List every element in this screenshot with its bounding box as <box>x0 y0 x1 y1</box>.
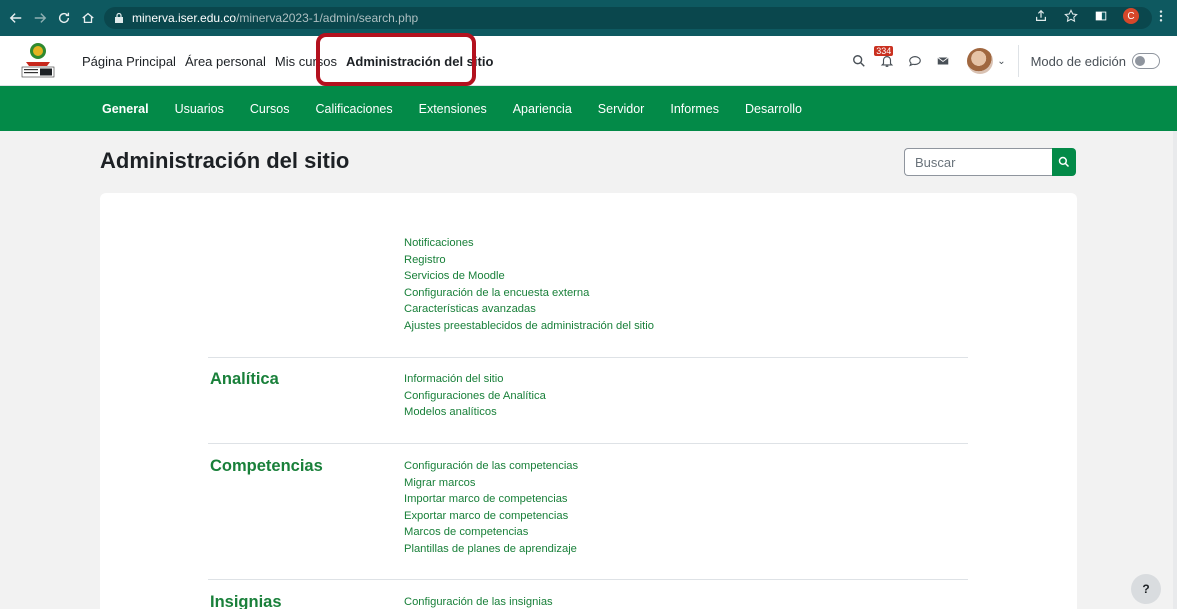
nav-area-personal[interactable]: Área personal <box>185 54 266 69</box>
secondary-navigation: General Usuarios Cursos Calificaciones E… <box>0 86 1177 131</box>
nav-pagina-principal[interactable]: Página Principal <box>82 54 176 69</box>
chevron-down-icon[interactable]: ⌄ <box>997 56 1005 67</box>
address-bar[interactable]: minerva.iser.edu.co/minerva2023-1/admin/… <box>104 7 1152 29</box>
back-icon[interactable] <box>6 8 26 28</box>
page-title: Administración del sitio <box>100 148 350 173</box>
admin-search-input[interactable] <box>904 148 1052 176</box>
link-encuesta-externa[interactable]: Configuración de la encuesta externa <box>404 285 654 302</box>
browser-toolbar: minerva.iser.edu.co/minerva2023-1/admin/… <box>0 0 1177 36</box>
tab-extensiones[interactable]: Extensiones <box>419 102 487 116</box>
user-avatar[interactable] <box>967 48 994 74</box>
notification-count-badge: 334 <box>874 46 894 56</box>
reload-icon[interactable] <box>54 8 74 28</box>
tab-cursos[interactable]: Cursos <box>250 102 290 116</box>
link-migrar-marcos[interactable]: Migrar marcos <box>404 475 578 492</box>
admin-search-button[interactable] <box>1052 148 1076 176</box>
section-title-analitica: Analítica <box>210 370 279 388</box>
help-button[interactable]: ? <box>1131 574 1161 604</box>
home-icon[interactable] <box>78 8 98 28</box>
bookmark-star-icon[interactable] <box>1063 8 1079 24</box>
scrollbar[interactable] <box>1173 131 1177 609</box>
mail-envelope-icon[interactable] <box>933 51 953 71</box>
link-configuracion-competencias[interactable]: Configuración de las competencias <box>404 458 578 475</box>
link-exportar-marco[interactable]: Exportar marco de competencias <box>404 508 578 525</box>
section-divider <box>208 357 968 358</box>
link-modelos-analiticos[interactable]: Modelos analíticos <box>404 404 546 421</box>
link-configuracion-insignias[interactable]: Configuración de las insignias <box>404 594 553 609</box>
search-icon <box>1058 156 1070 168</box>
edit-mode-toggle[interactable] <box>1132 53 1160 69</box>
section-divider <box>208 443 968 444</box>
url-domain: minerva.iser.edu.co <box>132 11 237 25</box>
link-configuraciones-analitica[interactable]: Configuraciones de Analítica <box>404 388 546 405</box>
tab-servidor[interactable]: Servidor <box>598 102 645 116</box>
section-title-competencias: Competencias <box>210 457 323 475</box>
tab-general[interactable]: General <box>102 102 149 116</box>
link-caracteristicas-avanzadas[interactable]: Características avanzadas <box>404 301 654 318</box>
tab-apariencia[interactable]: Apariencia <box>513 102 572 116</box>
tab-calificaciones[interactable]: Calificaciones <box>315 102 392 116</box>
sidepanel-icon[interactable] <box>1093 8 1109 24</box>
forward-icon[interactable] <box>30 8 50 28</box>
iser-logo[interactable] <box>18 40 58 80</box>
link-registro[interactable]: Registro <box>404 252 654 269</box>
link-informacion-sitio[interactable]: Información del sitio <box>404 371 546 388</box>
tab-usuarios[interactable]: Usuarios <box>175 102 224 116</box>
section-divider <box>208 579 968 580</box>
link-importar-marco[interactable]: Importar marco de competencias <box>404 491 578 508</box>
admin-content-card: Notificaciones Registro Servicios de Moo… <box>100 193 1077 609</box>
search-icon[interactable] <box>849 51 869 71</box>
section-title-insignias: Insignias <box>210 593 282 609</box>
header-divider <box>1017 45 1019 77</box>
tab-desarrollo[interactable]: Desarrollo <box>745 102 802 116</box>
tab-informes[interactable]: Informes <box>670 102 719 116</box>
link-ajustes-preestablecidos[interactable]: Ajustes preestablecidos de administració… <box>404 318 654 335</box>
notifications-bell-icon[interactable]: 334 <box>874 46 897 71</box>
share-icon[interactable] <box>1033 8 1049 24</box>
browser-menu-icon[interactable] <box>1153 8 1169 24</box>
messages-chat-icon[interactable] <box>905 51 925 71</box>
link-servicios-moodle[interactable]: Servicios de Moodle <box>404 268 654 285</box>
browser-profile-avatar[interactable]: C <box>1123 8 1139 24</box>
link-notificaciones[interactable]: Notificaciones <box>404 235 654 252</box>
link-marcos-competencias[interactable]: Marcos de competencias <box>404 524 578 541</box>
link-plantillas-planes[interactable]: Plantillas de planes de aprendizaje <box>404 541 578 558</box>
annotation-highlight-box <box>316 33 476 86</box>
site-header: Página Principal Área personal Mis curso… <box>0 36 1177 86</box>
admin-search <box>904 148 1076 176</box>
edit-mode-label: Modo de edición <box>1030 53 1126 69</box>
url-path: /minerva2023-1/admin/search.php <box>236 11 419 25</box>
lock-icon <box>115 12 123 23</box>
